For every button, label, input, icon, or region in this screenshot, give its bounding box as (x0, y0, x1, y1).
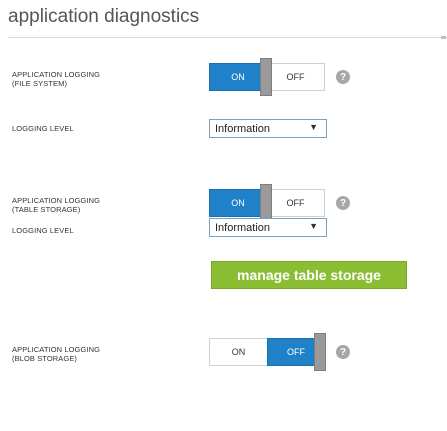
help-icon[interactable]: ? (336, 345, 350, 359)
page-title: application diagnostics (8, 6, 200, 27)
title-divider (8, 37, 447, 38)
file-system-logging-label-line1: APPLICATION LOGGING (12, 70, 101, 79)
divider-end-mark (441, 36, 446, 39)
table-storage-logging-toggle[interactable]: ON OFF (209, 184, 327, 222)
file-system-logging-label-line2: (FILE SYSTEM) (12, 79, 68, 88)
help-icon[interactable]: ? (336, 70, 350, 84)
file-system-on-option[interactable]: ON (209, 63, 267, 91)
file-system-logging-level-value: Information (215, 122, 271, 135)
blob-storage-logging-label-line1: APPLICATION LOGGING (12, 345, 101, 354)
file-system-off-option[interactable]: OFF (267, 63, 325, 91)
table-storage-logging-label-line1: APPLICATION LOGGING (12, 196, 101, 205)
blob-storage-logging-toggle[interactable]: ON OFF (209, 333, 327, 371)
table-storage-logging-label-line2: (TABLE STORAGE) (12, 205, 81, 214)
table-storage-logging-level-select[interactable]: Information ▼ (209, 218, 327, 237)
blob-storage-off-option[interactable]: OFF (267, 338, 325, 366)
blob-storage-logging-label-line2: (BLOB STORAGE) (12, 354, 78, 363)
table-storage-off-option[interactable]: OFF (267, 189, 325, 217)
blob-storage-on-option[interactable]: ON (209, 338, 267, 366)
file-system-logging-level-select[interactable]: Information ▼ (209, 119, 327, 138)
table-storage-logging-level-label: LOGGING LEVEL (12, 226, 74, 235)
chevron-down-icon: ▼ (309, 221, 318, 231)
file-system-logging-toggle[interactable]: ON OFF (209, 58, 327, 96)
table-storage-on-option[interactable]: ON (209, 189, 267, 217)
help-icon[interactable]: ? (336, 196, 350, 210)
file-system-logging-label: APPLICATION LOGGING (FILE SYSTEM) (12, 70, 100, 88)
table-storage-logging-label: APPLICATION LOGGING (TABLE STORAGE) (12, 196, 100, 214)
blob-storage-logging-label: APPLICATION LOGGING (BLOB STORAGE) (12, 345, 100, 363)
manage-table-storage-button[interactable]: manage table storage (211, 261, 407, 289)
chevron-down-icon: ▼ (309, 122, 318, 132)
file-system-logging-level-label: LOGGING LEVEL (12, 124, 74, 133)
table-storage-logging-level-value: Information (215, 221, 271, 234)
